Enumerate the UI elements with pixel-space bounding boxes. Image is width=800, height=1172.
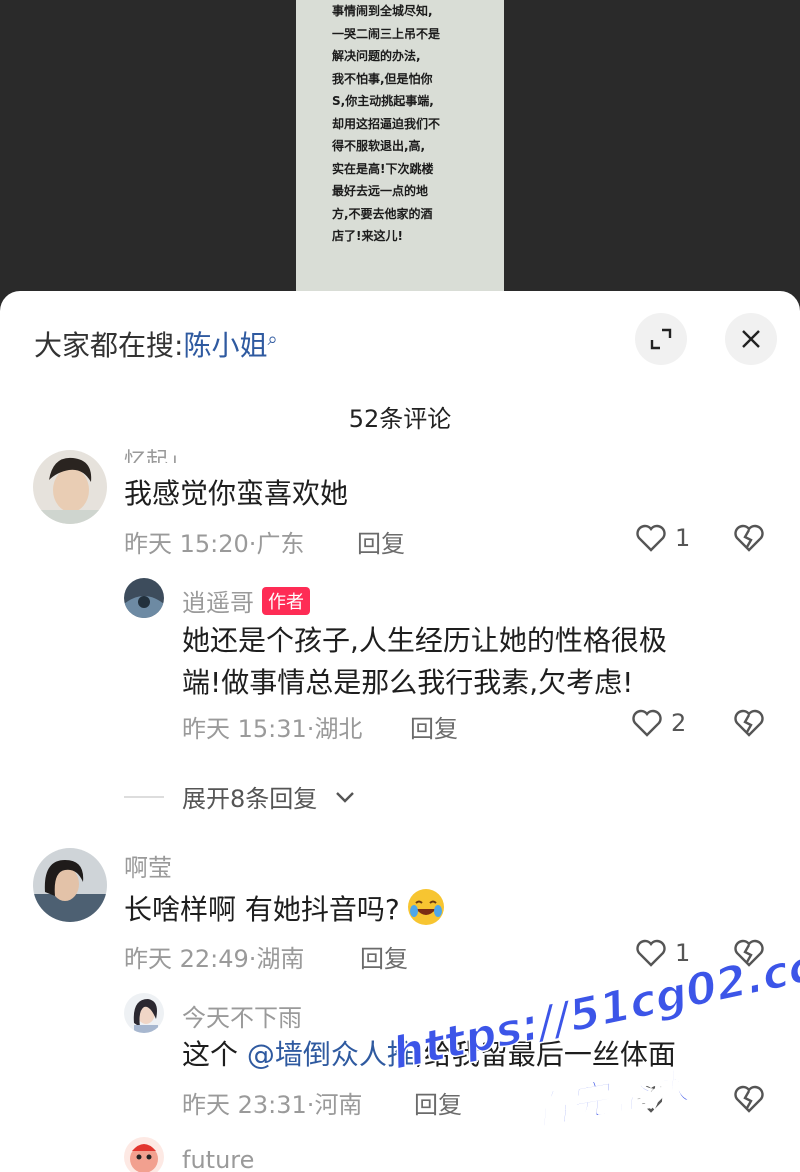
note-line: S,你主动挑起事端,	[332, 94, 434, 108]
dislike-button[interactable]	[733, 1084, 765, 1118]
reply-username[interactable]: 今天不下雨	[182, 998, 302, 1033]
video-text-note: 事情闹到全城尽知, 一哭二闹三上吊不是 解决问题的办法, 我不怕事,但是怕你 S…	[296, 0, 504, 300]
comment-meta: 昨天 15:20·广东	[124, 530, 305, 558]
dislike-button[interactable]	[733, 708, 765, 742]
expand-icon	[650, 328, 672, 350]
reply-button[interactable]: 回复	[414, 1085, 462, 1120]
trending-search[interactable]: 大家都在搜:陈小姐⌕	[34, 324, 278, 364]
reply-username[interactable]: 逍遥哥 作者	[182, 583, 310, 618]
reply-text-line: 端!做事情总是那么我行我素,欠考虑!	[182, 666, 634, 699]
comment-username[interactable]: future	[182, 1146, 254, 1172]
broken-heart-icon	[734, 524, 764, 552]
comment-time: 昨天 15:20	[124, 530, 249, 558]
note-line: 一哭二闹三上吊不是	[332, 26, 441, 41]
reply-time: 昨天 15:31	[182, 715, 307, 743]
like-count: 1	[675, 524, 691, 552]
chevron-down-icon	[336, 791, 355, 803]
laughing-emoji-icon	[407, 889, 444, 925]
note-line: 最好去远一点的地	[332, 184, 429, 198]
broken-heart-icon	[734, 1085, 764, 1113]
reply-text-line: 她还是个孩子,人生经历让她的性格很极	[182, 624, 667, 657]
app-screen: 事情闹到全城尽知, 一哭二闹三上吊不是 解决问题的办法, 我不怕事,但是怕你 S…	[0, 0, 800, 1172]
comment-text: 长啥样啊 有她抖音吗?	[124, 887, 446, 931]
comment-time: 昨天 22:49	[124, 945, 249, 973]
like-button[interactable]: 1	[635, 523, 690, 553]
reply-button[interactable]: 回复	[410, 709, 458, 744]
comment-username[interactable]: 啊莹	[124, 848, 172, 883]
reply-meta: 昨天 23:31·河南	[182, 1091, 363, 1119]
like-button[interactable]: 1	[635, 938, 690, 968]
heart-icon	[632, 709, 662, 737]
divider	[124, 795, 164, 798]
avatar[interactable]	[124, 1137, 164, 1172]
trending-search-term[interactable]: 陈小姐	[183, 329, 267, 362]
avatar[interactable]	[33, 450, 107, 524]
like-count: 1	[675, 939, 691, 967]
dislike-button[interactable]	[733, 523, 765, 557]
close-button[interactable]	[725, 313, 777, 365]
close-icon	[742, 330, 760, 348]
note-line: 事情闹到全城尽知,	[332, 4, 433, 18]
note-line: 解决问题的办法,	[332, 49, 421, 63]
comment-text: 我感觉你蛮喜欢她	[124, 477, 349, 510]
trending-search-prefix: 大家都在搜:	[34, 329, 184, 362]
reply-location: 湖北	[314, 715, 363, 743]
like-count: 2	[671, 709, 687, 737]
avatar[interactable]	[124, 578, 164, 618]
heart-icon	[636, 939, 666, 967]
note-line: 店了!来这儿!	[332, 229, 403, 243]
note-line: 却用这招逼迫我们不	[332, 116, 441, 131]
reply-button[interactable]: 回复	[357, 524, 405, 559]
reply-username-text: 逍遥哥	[182, 589, 254, 617]
note-line: 得不服软退出,高,	[332, 139, 426, 153]
expand-button[interactable]	[635, 313, 687, 365]
reply-text-prefix: 这个	[182, 1038, 247, 1071]
comment-location: 湖南	[256, 945, 305, 973]
note-line: 我不怕事,但是怕你	[332, 71, 433, 86]
comment-count: 52条评论	[348, 405, 452, 433]
expand-replies-button[interactable]: 展开8条回复	[124, 779, 355, 814]
author-badge: 作者	[262, 587, 310, 615]
broken-heart-icon	[734, 709, 764, 737]
avatar[interactable]	[124, 993, 164, 1033]
mention-link[interactable]: @墙倒众人推	[247, 1038, 415, 1071]
video-player[interactable]: 事情闹到全城尽知, 一哭二闹三上吊不是 解决问题的办法, 我不怕事,但是怕你 S…	[0, 0, 800, 300]
note-line: 实在是高!下次跳楼	[332, 161, 434, 176]
comment-location: 广东	[256, 530, 305, 558]
note-line: 方,不要去他家的酒	[332, 206, 433, 221]
heart-icon	[636, 524, 666, 552]
reply-meta: 昨天 15:31·湖北	[182, 715, 363, 743]
reply-time: 昨天 23:31	[182, 1091, 307, 1119]
expand-replies-label: 展开8条回复	[182, 785, 318, 813]
truncated-username: 忆起」	[124, 449, 191, 463]
reply-location: 河南	[314, 1091, 363, 1119]
comment-text-body: 长啥样啊 有她抖音吗?	[124, 893, 400, 926]
reply-button[interactable]: 回复	[360, 939, 408, 974]
avatar[interactable]	[33, 848, 107, 922]
comment-meta: 昨天 22:49·湖南	[124, 945, 305, 973]
search-icon: ⌕	[267, 328, 278, 350]
like-button[interactable]: 2	[631, 708, 686, 738]
